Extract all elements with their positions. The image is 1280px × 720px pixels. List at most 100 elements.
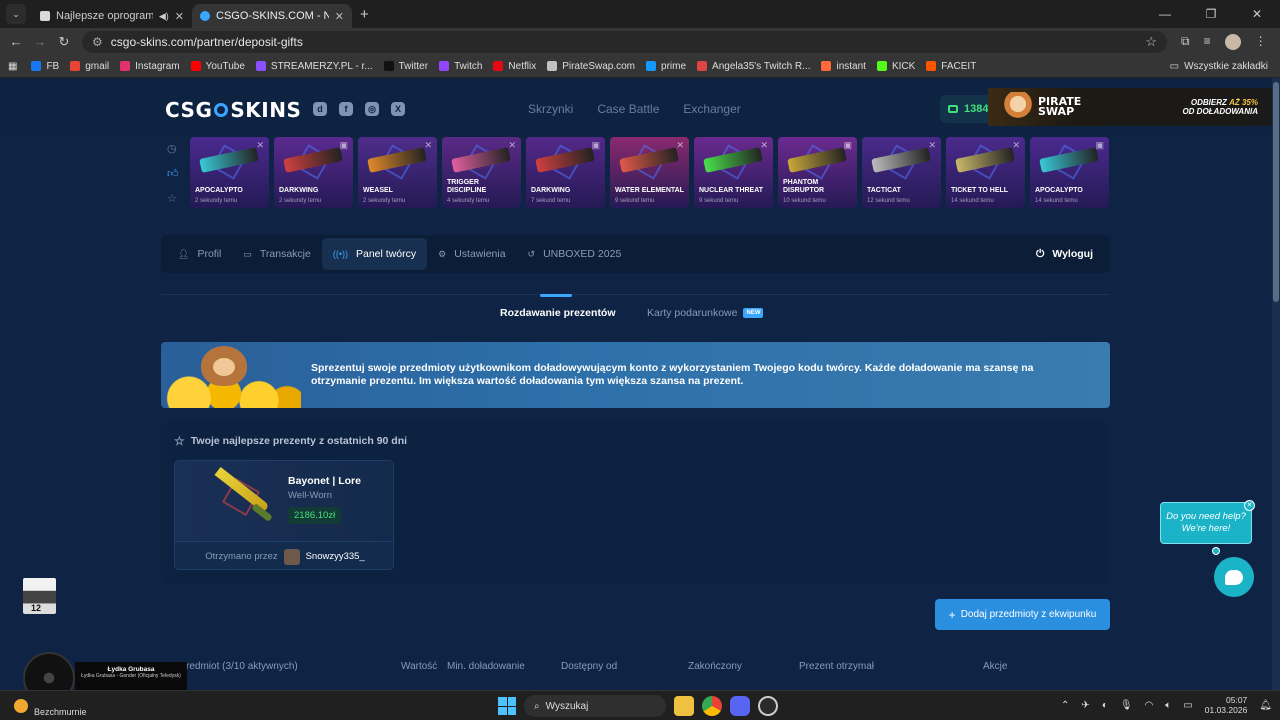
speaker-icon[interactable]: ◀) xyxy=(159,11,169,22)
tab-gift-giving[interactable]: Rozdawanie prezentów xyxy=(500,307,616,319)
site-header: CSG SKINS d f ◎ X Skrzynki Case Battle Ex… xyxy=(0,78,1272,138)
nav-cases[interactable]: Skrzynki xyxy=(528,102,573,116)
site-info-icon[interactable]: ⚙ xyxy=(92,35,103,49)
bookmark-item[interactable]: gmail xyxy=(70,61,109,72)
nav-case-battle[interactable]: Case Battle xyxy=(597,102,659,116)
tab-unboxed[interactable]: ↺ UNBOXED 2025 xyxy=(517,238,633,270)
weather-widget[interactable]: Bezchmurnie xyxy=(14,695,87,717)
help-bubble[interactable]: Do you need help? We're here! xyxy=(1160,502,1252,544)
case-icon: ✕ xyxy=(676,140,684,150)
drop-card[interactable]: ✕ APOCALYPTO 2 sekundy temu xyxy=(190,137,269,208)
drop-card[interactable]: ▣ PHANTOM DISRUPTOR 10 sekund temu xyxy=(778,137,857,208)
tab-settings[interactable]: ⚙ Ustawienia xyxy=(427,238,516,270)
drop-card[interactable]: ✕ TICKET TO HELL 14 sekund temu xyxy=(946,137,1025,208)
close-tab-icon[interactable]: ✕ xyxy=(175,10,184,23)
drop-card[interactable]: ✕ WEASEL 2 sekundy temu xyxy=(358,137,437,208)
drop-card[interactable]: ▣ APOCALYPTO 14 sekund temu xyxy=(1030,137,1109,208)
balance-value: 1384 xyxy=(964,103,989,115)
drop-card[interactable]: ✕ WATER ELEMENTAL 9 sekund temu xyxy=(610,137,689,208)
bookmark-item[interactable]: YouTube xyxy=(190,60,245,72)
all-bookmarks[interactable]: ▭ Wszystkie zakładki xyxy=(1170,61,1268,72)
thumbs-up-icon[interactable]: 👍︎ xyxy=(167,167,179,180)
browser-menu-icon[interactable]: ⋮ xyxy=(1255,34,1267,50)
maximize-icon[interactable]: ❐ xyxy=(1188,0,1234,28)
cash-icon xyxy=(948,105,958,113)
tray-app-icon[interactable]: ✈ xyxy=(1081,700,1089,711)
bookmark-item[interactable]: KICK xyxy=(876,61,915,72)
profile-avatar[interactable] xyxy=(1224,33,1241,50)
bookmark-item[interactable]: Angela35's Twitch R... xyxy=(697,61,810,72)
bookmark-item[interactable]: Twitch xyxy=(439,61,482,72)
bookmark-item[interactable]: Twitter xyxy=(383,61,428,72)
reading-list-icon[interactable]: ≡ xyxy=(1204,34,1211,50)
discord-icon[interactable]: d xyxy=(313,102,327,116)
tab-creator-panel[interactable]: ((•)) Panel twórcy xyxy=(321,238,428,270)
page-scroll-thumb[interactable] xyxy=(1273,82,1279,302)
bookmark-star-icon[interactable]: ☆ xyxy=(1145,34,1157,50)
tab-search-button[interactable]: ⌄ xyxy=(6,4,26,24)
url-bar[interactable]: ⚙ csgo-skins.com/partner/deposit-gifts ☆ xyxy=(82,30,1167,53)
bookmark-item[interactable]: STREAMERZY.PL - r... xyxy=(255,61,373,72)
extensions-icon[interactable]: ⧉ xyxy=(1181,34,1190,50)
close-tab-icon[interactable]: ✕ xyxy=(335,10,344,23)
wifi-icon[interactable]: ◠ xyxy=(1145,700,1154,711)
chat-button[interactable] xyxy=(1214,557,1254,597)
minimize-icon[interactable]: — xyxy=(1142,0,1188,28)
logout-button[interactable]: ⏻ Wyloguj xyxy=(1025,238,1104,270)
file-explorer-icon[interactable] xyxy=(674,696,694,716)
chevron-up-icon[interactable]: ⌃ xyxy=(1061,700,1069,711)
facebook-icon[interactable]: f xyxy=(339,102,353,116)
drop-card[interactable]: ✕ TRIGGER DISCIPLINE 4 sekundy temu xyxy=(442,137,521,208)
bookmark-item[interactable]: Instagram xyxy=(120,61,180,72)
tab-profile[interactable]: 👤︎ Profil xyxy=(167,238,232,270)
instagram-icon[interactable]: ◎ xyxy=(365,102,379,116)
chrome-icon[interactable] xyxy=(702,696,722,716)
notification-icon[interactable]: 🔔︎ xyxy=(1259,700,1272,711)
tab-transactions[interactable]: ▭ Transakcje xyxy=(232,238,321,270)
cam-label: 12 xyxy=(31,603,42,613)
steam-icon[interactable] xyxy=(758,696,778,716)
discord-icon[interactable] xyxy=(730,696,750,716)
tab-profile-label: Profil xyxy=(197,248,222,260)
tab-gift-cards[interactable]: Karty podarunkowe NEW xyxy=(647,307,764,319)
back-arrow-icon[interactable]: ← xyxy=(4,34,28,49)
add-items-button[interactable]: + Dodaj przedmioty z ekwipunku xyxy=(935,599,1110,630)
nav-exchanger[interactable]: Exchanger xyxy=(683,102,740,116)
bookmark-item[interactable]: Netflix xyxy=(493,61,536,72)
pirateswap-ad[interactable]: PIRATE SWAP ODBIERZ AŻ 35% OD DOŁADOWANI… xyxy=(988,88,1272,126)
taskbar-clock[interactable]: 05:07 01.03.2026 xyxy=(1205,695,1248,715)
bookmark-item[interactable]: FB xyxy=(31,61,59,72)
bookmark-item[interactable]: prime xyxy=(646,61,686,72)
bookmark-item[interactable]: instant xyxy=(821,61,866,72)
weather-label: Bezchmurnie xyxy=(34,707,87,717)
bookmark-item[interactable]: FACEIT xyxy=(926,61,976,72)
drop-card[interactable]: ▣ DARKWING 2 sekundy temu xyxy=(274,137,353,208)
drop-card[interactable]: ✕ TACTICAT 12 sekund temu xyxy=(862,137,941,208)
mic-icon[interactable]: 🎙︎ xyxy=(1120,700,1133,711)
browser-tab-1[interactable]: Najlepsze oprogramowanie ◀) ✕ xyxy=(32,4,192,28)
system-tray: ⌃ ✈ ◐ 🎙︎ ◠ 🔈︎ ▭ 05:07 01.03.2026 🔔︎ xyxy=(1061,695,1272,715)
receiver-name[interactable]: Snowzyy335_ xyxy=(306,551,365,562)
gift-card[interactable]: Bayonet | Lore Well-Worn 2186.10zł Otrzy… xyxy=(174,460,394,570)
discord-tray-icon[interactable]: ◐ xyxy=(1102,700,1108,711)
clock-icon[interactable]: ◷ xyxy=(167,142,179,155)
star-icon[interactable]: ☆ xyxy=(167,192,179,205)
reload-icon[interactable]: ↻ xyxy=(52,34,76,50)
close-help-icon[interactable]: ✕ xyxy=(1244,500,1255,511)
apps-grid-icon[interactable]: ▦ xyxy=(8,61,17,72)
battery-icon[interactable]: ▭ xyxy=(1183,700,1192,711)
taskbar-search[interactable]: ⌕ Wyszukaj xyxy=(524,695,666,717)
volume-icon[interactable]: 🔈︎ xyxy=(1165,700,1171,711)
bookmark-label: YouTube xyxy=(205,60,245,72)
forward-arrow-icon[interactable]: → xyxy=(28,34,52,49)
drop-card[interactable]: ▣ DARKWING 7 sekund temu xyxy=(526,137,605,208)
site-logo[interactable]: CSG SKINS xyxy=(165,98,301,122)
browser-tab-2[interactable]: CSGO-SKINS.COM - Najlepsze ✕ xyxy=(192,4,352,28)
new-tab-button[interactable]: + xyxy=(360,6,369,23)
bookmark-item[interactable]: PirateSwap.com xyxy=(547,61,635,72)
windows-start-icon[interactable] xyxy=(498,697,516,715)
case-icon: ✕ xyxy=(1012,140,1020,150)
close-window-icon[interactable]: ✕ xyxy=(1234,0,1280,28)
x-twitter-icon[interactable]: X xyxy=(391,102,405,116)
drop-card[interactable]: ✕ NUCLEAR THREAT 9 sekund temu xyxy=(694,137,773,208)
